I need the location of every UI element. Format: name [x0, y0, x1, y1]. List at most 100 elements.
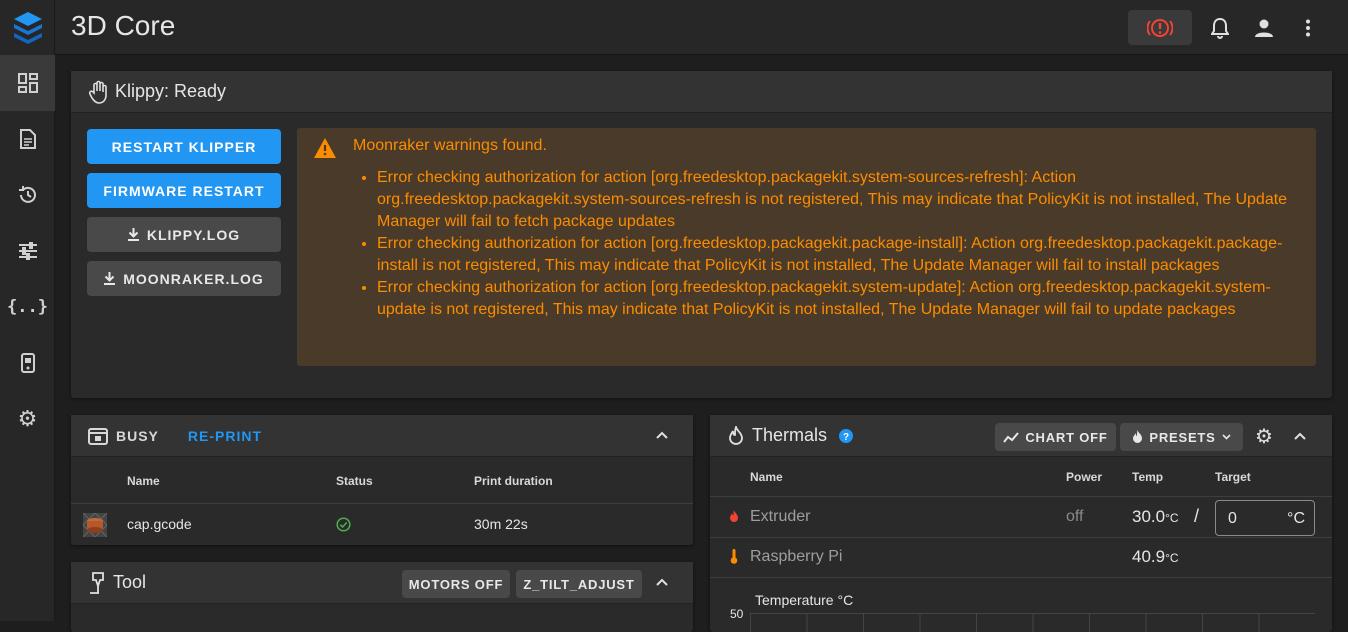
- fire-icon: [729, 425, 743, 445]
- hand-icon: [89, 80, 107, 104]
- job-header-duration: Print duration: [474, 474, 553, 488]
- extruder-power: off: [1066, 508, 1084, 525]
- job-print-duration: 30m 22s: [474, 516, 528, 532]
- tune-icon: [18, 242, 37, 260]
- files-icon: [19, 129, 36, 149]
- tool-icon: [90, 571, 104, 594]
- temperature-chart-label: Temperature °C: [755, 592, 854, 608]
- job-card-header: BUSY RE-PRINT: [71, 415, 693, 457]
- klippy-log-button[interactable]: KLIPPY.LOG: [87, 217, 281, 252]
- app-bar: 3D Core: [55, 0, 1348, 55]
- temperature-chart-grid: [750, 613, 1315, 632]
- help-icon[interactable]: ?: [839, 428, 854, 443]
- more-menu-button[interactable]: [1294, 14, 1322, 42]
- app-logo-icon[interactable]: [0, 0, 55, 55]
- warning-item: Error checking authorization for action …: [377, 167, 1307, 233]
- download-icon: [104, 272, 116, 285]
- thermals-header-target: Target: [1215, 470, 1251, 484]
- machine-icon: [20, 353, 35, 373]
- presets-button[interactable]: PRESETS: [1120, 423, 1243, 451]
- chart-off-label: CHART OFF: [1025, 429, 1108, 445]
- user-icon: [1255, 19, 1273, 37]
- z-tilt-adjust-button[interactable]: Z_TILT_ADJUST: [516, 570, 642, 598]
- nav-settings[interactable]: ⚙: [0, 391, 55, 447]
- extruder-temp: 30.0°C: [1132, 507, 1179, 527]
- nav-tune[interactable]: [0, 223, 55, 279]
- tool-card-header: Tool MOTORS OFF Z_TILT_ADJUST: [71, 562, 693, 604]
- nav-rail: {..} ⚙: [0, 0, 55, 621]
- thermometer-icon: [730, 549, 738, 564]
- more-vertical-icon: [1306, 19, 1310, 37]
- chart-line-icon: [1003, 432, 1020, 443]
- klippy-log-label: KLIPPY.LOG: [146, 226, 241, 243]
- restart-klipper-label: RESTART KLIPPER: [111, 138, 257, 155]
- chevron-down-icon: [1222, 434, 1231, 440]
- chevron-up-icon[interactable]: [656, 431, 668, 439]
- dashboard-icon: [17, 73, 38, 93]
- chart-off-button[interactable]: CHART OFF: [995, 423, 1116, 451]
- z-tilt-label: Z_TILT_ADJUST: [523, 576, 635, 592]
- job-row[interactable]: cap.gcode 30m 22s: [71, 504, 693, 545]
- thermals-card: Thermals ? CHART OFF PRESETS ⚙ Name Powe…: [710, 415, 1332, 632]
- klippy-status-card: Klippy: Ready RESTART KLIPPER FIRMWARE R…: [71, 71, 1332, 398]
- klippy-card-header: Klippy: Ready: [71, 71, 1332, 113]
- thermals-settings-icon[interactable]: ⚙: [1255, 424, 1273, 449]
- nav-machine[interactable]: [0, 335, 55, 391]
- moonraker-log-label: MOONRAKER.LOG: [123, 270, 264, 287]
- warning-item: Error checking authorization for action …: [377, 233, 1307, 277]
- thermals-card-header: Thermals ? CHART OFF PRESETS ⚙: [710, 415, 1332, 457]
- extruder-temp-unit: °C: [1165, 511, 1179, 525]
- nav-files[interactable]: [0, 111, 55, 167]
- raspberry-pi-temp: 40.9°C: [1132, 547, 1179, 567]
- restart-klipper-button[interactable]: RESTART KLIPPER: [87, 129, 281, 164]
- bell-icon: [1211, 17, 1229, 39]
- thermals-header-power: Power: [1066, 470, 1103, 484]
- firmware-restart-button[interactable]: FIRMWARE RESTART: [87, 173, 281, 208]
- klippy-status-title: Klippy: Ready: [115, 81, 227, 101]
- tool-title: Tool: [113, 572, 147, 592]
- warning-icon: [314, 138, 336, 158]
- extruder-name[interactable]: Extruder: [750, 508, 810, 526]
- history-icon: [18, 186, 36, 203]
- extruder-target-input[interactable]: 0 °C: [1215, 500, 1315, 536]
- raspberry-pi-name[interactable]: Raspberry Pi: [750, 548, 842, 566]
- motors-off-label: MOTORS OFF: [408, 576, 504, 592]
- extruder-target-unit: °C: [1287, 510, 1305, 527]
- job-status-card: BUSY RE-PRINT Name Status Print duration…: [71, 415, 693, 545]
- presets-label: PRESETS: [1149, 429, 1216, 445]
- thermals-header-temp: Temp: [1132, 470, 1164, 484]
- tool-card: Tool MOTORS OFF Z_TILT_ADJUST: [71, 562, 693, 632]
- warning-list: Error checking authorization for action …: [377, 167, 1307, 321]
- nav-history[interactable]: [0, 167, 55, 223]
- emergency-stop-icon: [1147, 18, 1173, 37]
- moonraker-warning-alert: Moonraker warnings found. Error checking…: [297, 128, 1316, 366]
- chart-y-tick-50: 50: [730, 607, 744, 621]
- app-title: 3D Core: [71, 10, 176, 41]
- motors-off-button[interactable]: MOTORS OFF: [402, 570, 510, 598]
- thermals-title: Thermals: [752, 425, 828, 445]
- gcode-thumbnail-icon: [83, 513, 107, 537]
- job-file-name: cap.gcode: [127, 516, 192, 532]
- extruder-row: Extruder off 30.0°C / 0 °C: [710, 497, 1332, 537]
- printer-icon: [88, 427, 108, 445]
- notifications-button[interactable]: [1206, 14, 1234, 42]
- extruder-temp-value: 30.0: [1132, 507, 1166, 526]
- fire-icon: [730, 510, 738, 522]
- job-status-label: BUSY: [116, 427, 159, 444]
- user-button[interactable]: [1250, 14, 1278, 42]
- extruder-target-value: 0: [1228, 510, 1237, 527]
- nav-dashboard[interactable]: [0, 55, 55, 111]
- warning-title: Moonraker warnings found.: [353, 137, 547, 154]
- svg-text:?: ?: [843, 432, 849, 443]
- chevron-up-icon[interactable]: [656, 578, 668, 586]
- moonraker-log-button[interactable]: MOONRAKER.LOG: [87, 261, 281, 296]
- nav-macros[interactable]: {..}: [0, 279, 55, 335]
- emergency-stop-button[interactable]: [1128, 10, 1192, 45]
- fire-icon: [1133, 430, 1143, 443]
- thermals-header-name: Name: [750, 470, 783, 484]
- reprint-button[interactable]: RE-PRINT: [188, 428, 262, 444]
- raspberry-pi-temp-value: 40.9: [1132, 547, 1166, 566]
- chevron-up-icon[interactable]: [1294, 432, 1306, 440]
- check-circle-icon: [336, 517, 351, 532]
- warning-item: Error checking authorization for action …: [377, 277, 1307, 321]
